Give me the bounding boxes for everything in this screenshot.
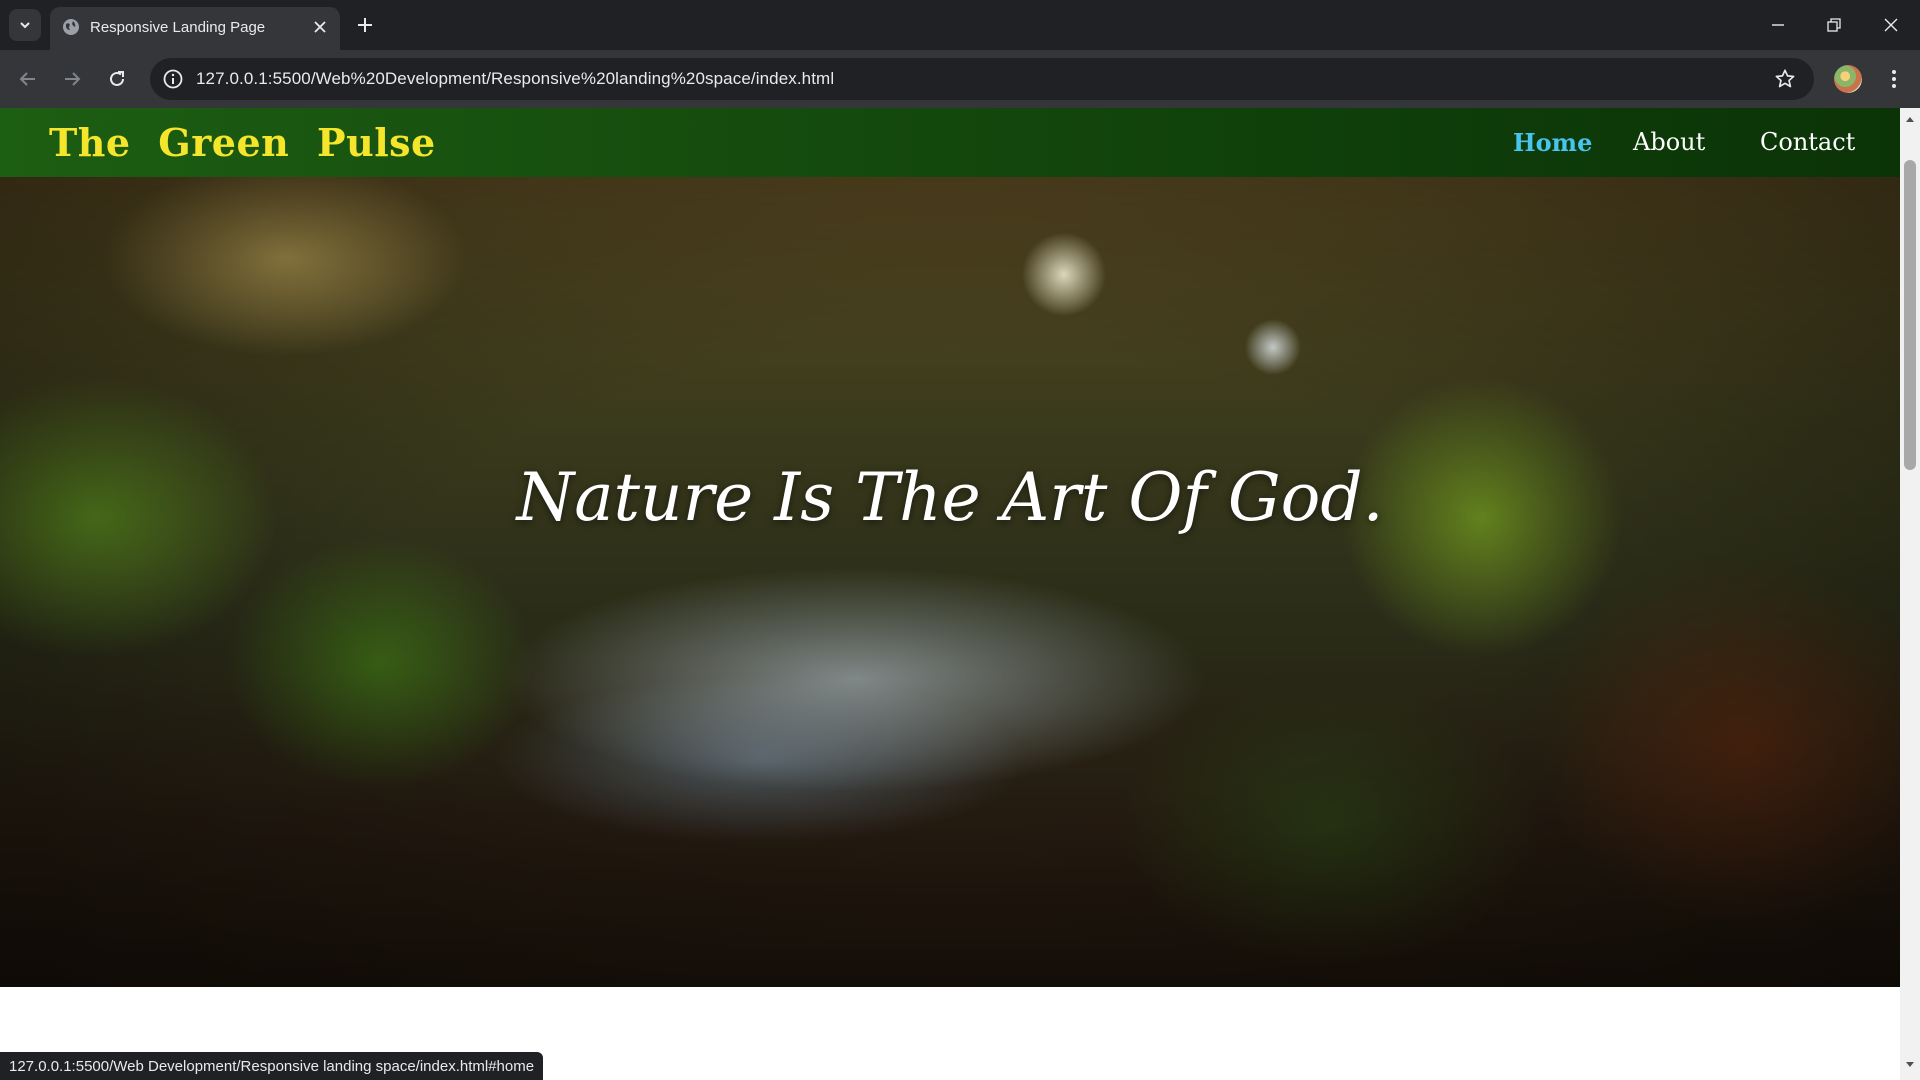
nav-link-home[interactable]: Home [1513,128,1592,157]
star-icon[interactable] [1774,68,1796,90]
browser-tabstrip: Responsive Landing Page [0,0,1920,50]
plus-icon [358,18,372,32]
scroll-up-arrow-icon[interactable] [1904,114,1916,124]
tab-close-button[interactable] [310,17,330,37]
site-logo[interactable]: The Green Pulse [49,120,436,165]
window-close-button[interactable] [1871,8,1911,42]
address-bar[interactable]: 127.0.0.1:5500/Web%20Development/Respons… [150,58,1814,100]
browser-menu-button[interactable] [1884,65,1904,93]
back-button[interactable] [12,63,44,95]
tab-title: Responsive Landing Page [90,19,266,36]
restore-button[interactable] [1814,8,1854,42]
new-tab-button[interactable] [352,12,378,38]
info-icon [163,69,183,89]
page-scrollbar[interactable] [1900,108,1920,1080]
nav-link-about[interactable]: About [1633,128,1705,156]
hero-heading: Nature Is The Art Of God. [516,459,1384,536]
nav-link-contact[interactable]: Contact [1760,128,1855,156]
hero-section: Nature Is The Art Of God. [0,177,1900,987]
status-url-bubble: 127.0.0.1:5500/Web Development/Responsiv… [0,1052,544,1080]
reload-icon [110,71,124,86]
tab-search-button[interactable] [9,9,41,41]
reload-button[interactable] [101,63,133,95]
profile-avatar[interactable] [1834,65,1862,93]
close-icon [1884,18,1898,32]
arrow-left-icon [19,72,35,86]
globe-icon [63,19,79,35]
minimize-icon [1772,24,1784,26]
site-navbar: The Green Pulse Home About Contact [0,108,1900,177]
page-viewport: The Green Pulse Home About Contact Natur… [0,108,1900,1080]
forward-button[interactable] [56,63,88,95]
browser-toolbar: 127.0.0.1:5500/Web%20Development/Respons… [0,50,1920,108]
browser-tab[interactable]: Responsive Landing Page [50,7,340,50]
minimize-button[interactable] [1758,8,1798,42]
scrollbar-thumb[interactable] [1904,160,1916,470]
chevron-down-icon [20,22,30,29]
arrow-right-icon [65,72,81,86]
restore-icon [1827,18,1841,32]
scroll-down-arrow-icon[interactable] [1904,1060,1916,1070]
close-icon [314,21,326,33]
more-vertical-icon [1892,70,1896,88]
url-text: 127.0.0.1:5500/Web%20Development/Respons… [196,69,835,88]
